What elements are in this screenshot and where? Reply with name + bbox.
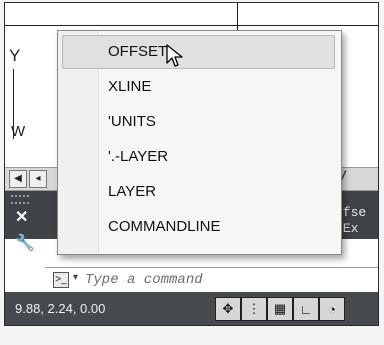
polar-icon[interactable]: ◔ <box>319 297 345 321</box>
menu-item-label: OFFSET <box>108 43 168 60</box>
ortho-icon[interactable]: ∟ <box>293 297 319 321</box>
command-line[interactable]: >_ ▾ <box>45 267 378 292</box>
drawing-line-horizontal <box>5 25 378 26</box>
snap-mode-icon[interactable]: ✥ <box>215 297 241 321</box>
close-icon[interactable]: ✕ <box>15 207 28 227</box>
command-input[interactable] <box>85 270 365 290</box>
menu-item-offset[interactable]: OFFSET <box>62 35 335 69</box>
autocad-window: Y W ◀ ◂ / ✕ 🔧 ffse [Ex >_ ▾ 9.88, 2.24, … <box>4 2 379 326</box>
grid-display-icon[interactable]: ⋮ <box>241 297 267 321</box>
menu-item-dash-layer[interactable]: '.-LAYER <box>58 141 341 173</box>
first-tab-icon[interactable]: ◀ <box>9 170 27 188</box>
menu-item-label: 'UNITS <box>108 113 156 130</box>
grid-icon[interactable]: ▦ <box>267 297 293 321</box>
menu-item-xline[interactable]: XLINE <box>58 71 341 103</box>
ucs-w-label: W <box>11 123 26 140</box>
status-bar: 9.88, 2.24, 0.00 ✥ ⋮ ▦ ∟ ◔ <box>5 292 378 325</box>
drag-grip-icon[interactable] <box>11 195 29 204</box>
menu-item-label: COMMANDLINE <box>108 218 221 235</box>
customize-wrench-icon[interactable]: 🔧 <box>15 233 35 253</box>
command-prompt-icon[interactable]: >_ <box>53 272 69 288</box>
recent-commands-dropdown-icon[interactable]: ▾ <box>73 272 78 283</box>
menu-item-units[interactable]: 'UNITS <box>58 106 341 138</box>
ucs-y-label: Y <box>9 46 21 65</box>
menu-item-label: XLINE <box>108 78 152 95</box>
menu-item-label: LAYER <box>108 183 157 200</box>
autocomplete-menu: OFFSET XLINE 'UNITS '.-LAYER LAYER COMMA… <box>57 30 342 255</box>
mouse-pointer-icon <box>166 44 183 67</box>
menu-item-layer[interactable]: LAYER <box>58 176 341 208</box>
menu-item-label: '.-LAYER <box>108 148 169 165</box>
coordinate-display[interactable]: 9.88, 2.24, 0.00 <box>15 301 105 316</box>
menu-item-commandline[interactable]: COMMANDLINE <box>58 211 341 243</box>
prev-tab-icon[interactable]: ◂ <box>29 170 47 188</box>
